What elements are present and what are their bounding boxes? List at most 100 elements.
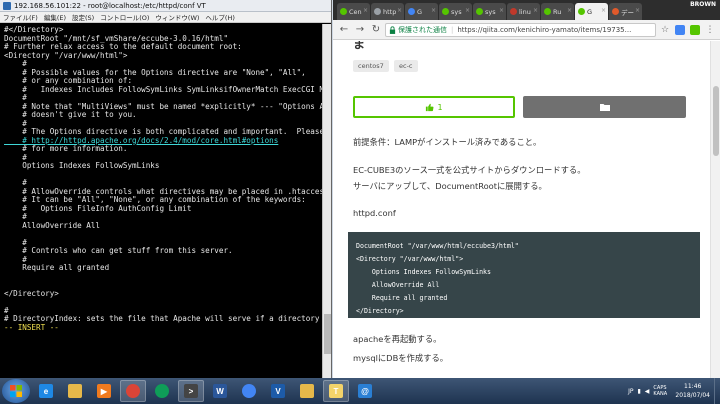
taskbar-app-button[interactable] bbox=[120, 380, 146, 402]
show-desktop-button[interactable] bbox=[714, 378, 720, 404]
terminal-line: # Further relax access to the default do… bbox=[4, 43, 242, 51]
menu-help[interactable]: ヘルプ(H) bbox=[205, 12, 234, 22]
bookmark-star-icon[interactable]: ☆ bbox=[659, 24, 671, 36]
tab-close-icon[interactable]: × bbox=[397, 7, 402, 14]
tab-close-icon[interactable]: × bbox=[635, 7, 640, 14]
volume-icon[interactable]: ◀ bbox=[645, 388, 650, 395]
like-button[interactable]: 1 bbox=[353, 96, 515, 118]
terminal-line: # bbox=[4, 60, 27, 68]
code-line: AllowOverride All bbox=[356, 281, 440, 289]
terminal-line: # Note that "MultiViews" must be named *… bbox=[4, 102, 322, 111]
paragraph: httpd.conf bbox=[353, 208, 396, 218]
clock-date: 2018/07/04 bbox=[675, 392, 710, 399]
menu-control[interactable]: コントロール(O) bbox=[100, 12, 149, 22]
terminal-line: # bbox=[4, 119, 27, 128]
terminal-output[interactable]: #</Directory> DocumentRoot "/mnt/sf_vmSha… bbox=[0, 24, 322, 378]
system-tray: JP ▮ ◀ CAPS KANA 11:46 2018/07/04 bbox=[628, 378, 720, 404]
browser-tab[interactable]: linu × bbox=[507, 3, 540, 20]
address-bar[interactable]: 保護された通信 | https://qiita.com/kenichiro-ya… bbox=[385, 22, 656, 37]
start-button[interactable] bbox=[2, 379, 30, 403]
tab-label: Ru bbox=[553, 7, 562, 16]
forward-button[interactable]: → bbox=[353, 23, 367, 37]
terminal-line: # bbox=[4, 306, 9, 315]
reload-button[interactable]: ↻ bbox=[369, 23, 383, 37]
tray-language[interactable]: JP bbox=[628, 388, 633, 395]
tab-favicon-icon bbox=[442, 8, 449, 15]
windows-logo-icon bbox=[10, 385, 22, 397]
taskbar-app-button[interactable]: T bbox=[323, 380, 349, 402]
stock-button[interactable] bbox=[523, 96, 686, 118]
browser-tab[interactable]: sys × bbox=[439, 3, 472, 20]
terminal-line: AllowOverride All bbox=[4, 221, 101, 230]
terminal-app-icon bbox=[3, 1, 11, 10]
browser-tab[interactable]: Ru × bbox=[541, 3, 574, 20]
mail-icon: @ bbox=[358, 384, 372, 398]
browser-tab[interactable]: Cen × bbox=[337, 3, 370, 20]
tab-label: linu bbox=[519, 7, 531, 16]
taskbar-app-button[interactable]: V bbox=[265, 380, 291, 402]
terminal-line: # doesn't give it to you. bbox=[4, 111, 137, 119]
browser-window[interactable]: Cen × http × G × sys × sys × linu × Ru × G × デー × ← → ↻ 保… bbox=[333, 0, 720, 378]
taskbar-app-button[interactable] bbox=[294, 380, 320, 402]
tab-close-icon[interactable]: × bbox=[363, 7, 368, 14]
terminal-line: # bbox=[4, 94, 27, 102]
url-text: https://qiita.com/kenichiro-yamato/items… bbox=[457, 25, 632, 34]
tab-label: デー bbox=[621, 8, 634, 17]
terminal-window[interactable]: 192.168.56.101:22 - root@localhost:/etc/… bbox=[0, 0, 332, 378]
menu-window[interactable]: ウィンドウ(W) bbox=[155, 12, 199, 22]
extension-icon[interactable] bbox=[674, 24, 686, 36]
back-button[interactable]: ← bbox=[337, 23, 351, 37]
browser-tab[interactable]: G × bbox=[405, 3, 438, 20]
terminal-line: Require all granted bbox=[4, 264, 110, 272]
tab-close-icon[interactable]: × bbox=[533, 7, 538, 14]
code-line: </Directory> bbox=[356, 307, 404, 315]
taskbar-apps: e ▶ > W V T @ bbox=[30, 380, 378, 402]
tab-strip: Cen × http × G × sys × sys × linu × Ru × G × デー × bbox=[333, 0, 720, 20]
tag-chip[interactable]: ec-c bbox=[394, 60, 418, 72]
menu-file[interactable]: ファイル(F) bbox=[3, 12, 38, 22]
taskbar-app-button[interactable] bbox=[62, 380, 88, 402]
taskbar-app-button[interactable]: ▶ bbox=[91, 380, 117, 402]
tray-ime-status[interactable]: CAPS KANA bbox=[653, 385, 671, 397]
terminal-line: # DirectoryIndex: sets the file that Apa… bbox=[4, 315, 320, 323]
browser-tab[interactable]: http × bbox=[371, 3, 404, 20]
terminal-line: # It can be "All", "None", or any combin… bbox=[4, 196, 306, 204]
tab-close-icon[interactable]: × bbox=[601, 7, 606, 14]
taskbar-app-button[interactable]: W bbox=[207, 380, 233, 402]
network-icon[interactable]: ▮ bbox=[637, 388, 640, 395]
terminal-line: # bbox=[4, 179, 27, 187]
tab-favicon-icon bbox=[544, 8, 551, 15]
browser-tab[interactable]: G × bbox=[575, 3, 608, 20]
tab-close-icon[interactable]: × bbox=[431, 7, 436, 14]
tag-chip[interactable]: centos7 bbox=[353, 60, 389, 72]
extension-icon[interactable] bbox=[689, 24, 701, 36]
paragraph: EC-CUBE3のソース一式を公式サイトからダウンロードする。 bbox=[353, 165, 586, 175]
chrome-icon bbox=[242, 384, 256, 398]
tab-close-icon[interactable]: × bbox=[567, 7, 572, 14]
code-line: <Directory "/var/www/html"> bbox=[356, 255, 464, 263]
taskbar-app-button[interactable]: e bbox=[33, 380, 59, 402]
page-scrollbar[interactable] bbox=[710, 41, 720, 378]
terminal-title-bar[interactable]: 192.168.56.101:22 - root@localhost:/etc/… bbox=[0, 0, 331, 12]
tab-close-icon[interactable]: × bbox=[465, 7, 470, 14]
terminal-line: </Directory> bbox=[4, 289, 59, 298]
taskbar-app-button[interactable]: > bbox=[178, 380, 204, 402]
menu-edit[interactable]: 編集(E) bbox=[44, 12, 66, 22]
taskbar-app-button[interactable] bbox=[236, 380, 262, 402]
clock[interactable]: 11:46 2018/07/04 bbox=[675, 382, 710, 400]
chrome-icon bbox=[126, 384, 140, 398]
browser-tab[interactable]: デー × bbox=[609, 3, 642, 20]
profile-badge[interactable]: BROWN bbox=[690, 1, 716, 8]
menu-settings[interactable]: 設定(S) bbox=[72, 12, 94, 22]
terminal-scroll-thumb[interactable] bbox=[324, 314, 331, 354]
tab-close-icon[interactable]: × bbox=[499, 7, 504, 14]
terminal-title: 192.168.56.101:22 - root@localhost:/etc/… bbox=[14, 1, 206, 10]
taskbar-app-button[interactable] bbox=[149, 380, 175, 402]
page-scroll-thumb[interactable] bbox=[713, 86, 719, 156]
terminal-scrollbar[interactable] bbox=[322, 24, 331, 378]
browser-tab[interactable]: sys × bbox=[473, 3, 506, 20]
terminal-line: # or any combination of: bbox=[4, 77, 133, 85]
taskbar-app-button[interactable]: @ bbox=[352, 380, 378, 402]
menu-icon[interactable]: ⋮ bbox=[704, 24, 716, 36]
